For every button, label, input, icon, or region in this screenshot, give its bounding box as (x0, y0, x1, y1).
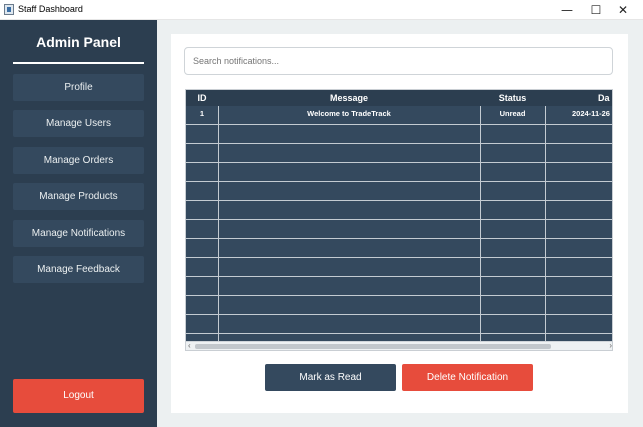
sidebar-item-manage-users[interactable]: Manage Users (13, 110, 144, 137)
column-divider (218, 106, 219, 342)
scroll-left-icon[interactable]: ‹ (188, 341, 191, 350)
main-content: ID Message Status Da 1 Welcome to TradeT… (157, 20, 643, 427)
horizontal-scrollbar[interactable]: ‹ › (186, 341, 612, 350)
table-row[interactable] (186, 296, 612, 315)
table-row[interactable]: 1 Welcome to TradeTrack Unread 2024-11-2… (186, 106, 612, 125)
brand-divider (13, 62, 144, 64)
column-divider (545, 106, 546, 342)
column-header-id[interactable]: ID (186, 90, 218, 106)
column-header-status[interactable]: Status (480, 90, 545, 106)
sidebar-item-manage-products[interactable]: Manage Products (13, 183, 144, 210)
logout-button[interactable]: Logout (13, 379, 144, 413)
sidebar-item-profile[interactable]: Profile (13, 74, 144, 101)
search-input[interactable] (184, 47, 613, 75)
scrollbar-thumb[interactable] (195, 344, 551, 349)
table-row[interactable] (186, 125, 612, 144)
column-header-message[interactable]: Message (218, 90, 480, 106)
cell-id: 1 (199, 109, 205, 118)
table-row[interactable] (186, 277, 612, 296)
sidebar-item-manage-feedback[interactable]: Manage Feedback (13, 256, 144, 283)
mark-as-read-button[interactable]: Mark as Read (265, 364, 396, 391)
cell-date: 2024-11-26 (572, 109, 610, 118)
sidebar-item-manage-orders[interactable]: Manage Orders (13, 147, 144, 174)
table-header: ID Message Status Da (186, 90, 612, 106)
title-bar: Staff Dashboard — ☐ ✕ (0, 0, 643, 20)
scroll-right-icon[interactable]: › (609, 341, 612, 350)
table-body: 1 Welcome to TradeTrack Unread 2024-11-2… (186, 106, 612, 342)
table-row[interactable] (186, 239, 612, 258)
close-icon[interactable]: ✕ (603, 0, 643, 20)
table-row[interactable] (186, 201, 612, 220)
notifications-card: ID Message Status Da 1 Welcome to TradeT… (171, 34, 628, 413)
app-icon (4, 4, 14, 15)
cell-message: Welcome to TradeTrack (307, 109, 391, 118)
window-title: Staff Dashboard (18, 4, 83, 14)
table-row[interactable] (186, 258, 612, 277)
sidebar-item-manage-notifications[interactable]: Manage Notifications (13, 220, 144, 247)
table-row[interactable] (186, 220, 612, 239)
cell-status: Unread (499, 109, 526, 118)
notifications-table: ID Message Status Da 1 Welcome to TradeT… (185, 89, 613, 351)
brand-title: Admin Panel (36, 34, 121, 50)
table-row[interactable] (186, 315, 612, 334)
table-row[interactable] (186, 163, 612, 182)
sidebar: Admin Panel Profile Manage Users Manage … (0, 20, 157, 427)
column-divider (480, 106, 481, 342)
column-header-date[interactable]: Da (545, 90, 612, 106)
table-row[interactable] (186, 144, 612, 163)
table-row[interactable] (186, 182, 612, 201)
delete-notification-button[interactable]: Delete Notification (402, 364, 533, 391)
